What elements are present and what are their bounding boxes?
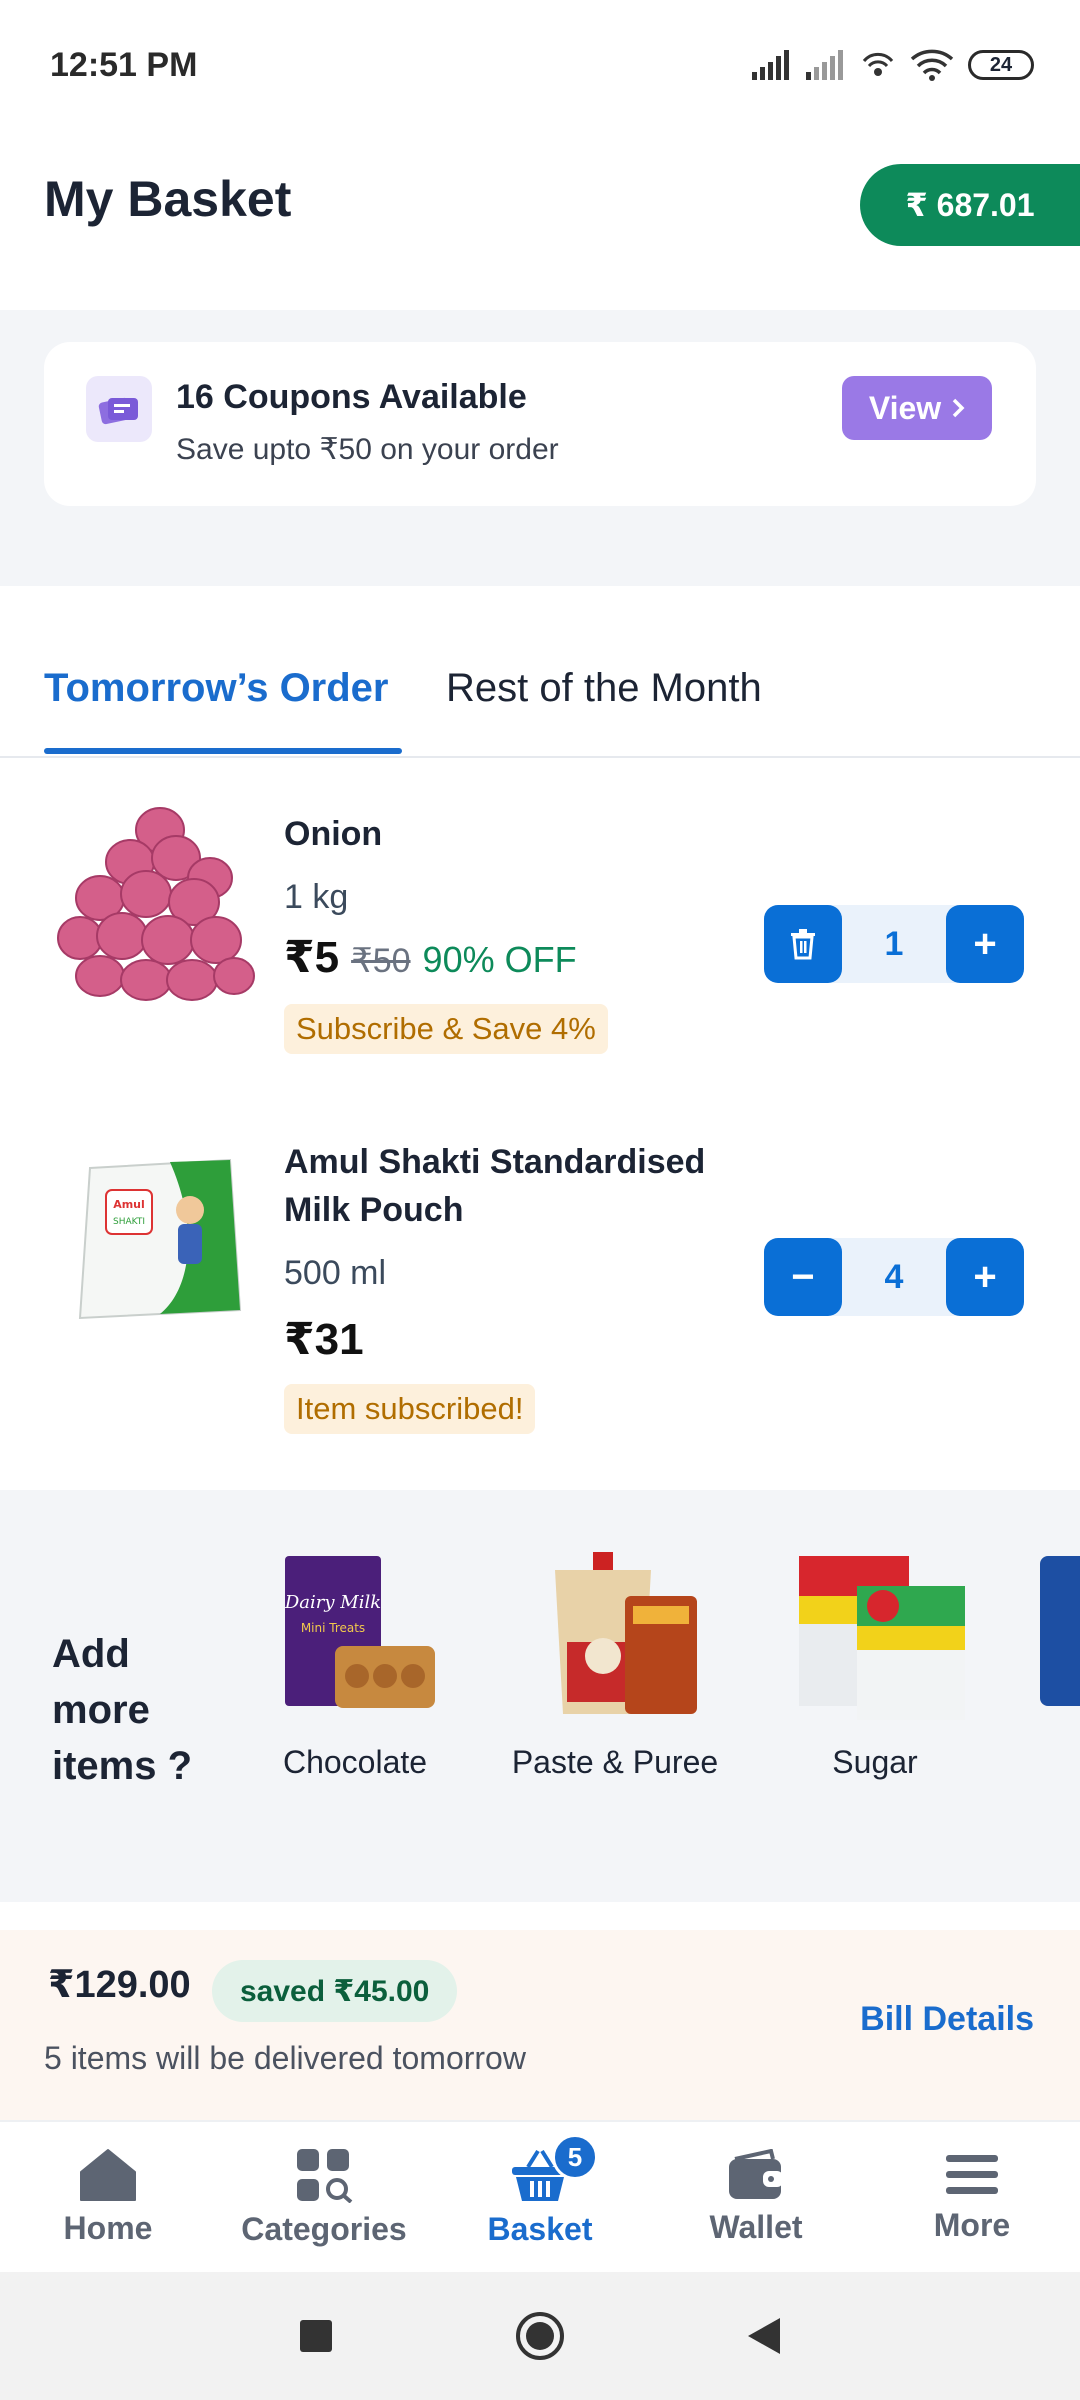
- header: My Basket ₹ 687.01: [0, 150, 1080, 260]
- category-partial[interactable]: [1040, 1546, 1080, 1706]
- battery-level: 24: [989, 53, 1013, 76]
- nav-basket[interactable]: Basket 5: [432, 2122, 648, 2272]
- nav-more[interactable]: More: [864, 2122, 1080, 2272]
- status-icons: 24: [752, 49, 1034, 81]
- svg-text:SHAKTI: SHAKTI: [113, 1217, 145, 1227]
- delivery-note: 5 items will be delivered tomorrow: [44, 2040, 526, 2076]
- increment-button[interactable]: +: [946, 905, 1024, 983]
- coupon-card[interactable]: 16 Coupons Available Save upto ₹50 on yo…: [44, 342, 1036, 506]
- quantity-value: 1: [884, 924, 904, 963]
- signal-icon: [752, 50, 789, 80]
- home-icon: [80, 2148, 136, 2201]
- nav-label: Basket: [487, 2210, 593, 2247]
- hotspot-icon: [862, 52, 894, 76]
- subscribe-save-tag[interactable]: Subscribe & Save 4%: [284, 1004, 608, 1054]
- coupon-subtitle: Save upto ₹50 on your order: [176, 433, 559, 466]
- svg-text:Dairy Milk: Dairy Milk: [284, 1592, 381, 1613]
- item-price: ₹31: [284, 1315, 364, 1364]
- quantity-value: 4: [884, 1257, 904, 1296]
- menu-icon: [946, 2154, 998, 2194]
- decrement-button[interactable]: −: [764, 1238, 842, 1316]
- svg-text:Amul: Amul: [113, 1198, 145, 1211]
- item-mrp: ₹50: [351, 942, 411, 980]
- order-total: ₹129.00: [48, 1964, 191, 2006]
- nav-categories[interactable]: Categories: [216, 2122, 432, 2272]
- price-row: ₹31: [284, 1314, 364, 1365]
- add-more-section: Add more items ? Dairy Milk Mini Treats …: [0, 1490, 1080, 1902]
- quantity-stepper: 1 +: [764, 905, 1024, 983]
- category-chocolate[interactable]: Dairy Milk Mini Treats Chocolate: [240, 1546, 470, 1781]
- item-name: Amul Shakti Standardised Milk Pouch: [284, 1143, 706, 1229]
- view-coupons-button[interactable]: View: [842, 376, 992, 440]
- status-bar: 12:51 PM 24: [0, 0, 1080, 130]
- sugar-image: [785, 1546, 967, 1726]
- minus-icon: −: [791, 1254, 815, 1299]
- milk-pouch-image: Amul SHAKTI: [50, 1150, 270, 1370]
- category-label: Chocolate: [282, 1744, 428, 1780]
- category-label: Sugar: [832, 1744, 918, 1780]
- nav-label: Wallet: [709, 2208, 803, 2245]
- coupon-title: 16 Coupons Available: [176, 378, 527, 416]
- increment-button[interactable]: +: [946, 1238, 1024, 1316]
- item-price: ₹5: [284, 933, 340, 982]
- wallet-balance-button[interactable]: ₹ 687.01: [860, 164, 1080, 246]
- nav-wallet[interactable]: Wallet: [648, 2122, 864, 2272]
- category-sugar[interactable]: Sugar: [760, 1546, 990, 1781]
- coupon-section: 16 Coupons Available Save upto ₹50 on yo…: [0, 310, 1080, 586]
- tab-rest-of-month[interactable]: Rest of the Month: [446, 666, 762, 711]
- item-name: Onion: [284, 815, 383, 853]
- partial-product-image: [1040, 1556, 1080, 1706]
- order-tabs: Tomorrow’s Order Rest of the Month: [0, 620, 1080, 758]
- saved-badge: saved ₹45.00: [212, 1960, 458, 2022]
- price-row: ₹5 ₹50 90% OFF: [284, 932, 577, 983]
- order-summary: ₹129.00 saved ₹45.00 5 items will be del…: [0, 1930, 1080, 2120]
- coupon-icon: [86, 376, 152, 442]
- item-subscribed-tag: Item subscribed!: [284, 1384, 536, 1434]
- nav-label: Home: [63, 2209, 153, 2246]
- battery-indicator: 24: [968, 50, 1034, 80]
- quantity-stepper: − 4 +: [764, 1238, 1024, 1316]
- add-more-title: Add more items ?: [52, 1632, 193, 1788]
- recent-apps-icon[interactable]: [298, 2318, 334, 2354]
- wallet-icon: [729, 2148, 783, 2199]
- onion-image: [50, 790, 270, 1010]
- nav-label: More: [933, 2206, 1011, 2243]
- item-discount: 90% OFF: [422, 939, 577, 980]
- home-circle-icon[interactable]: [514, 2310, 566, 2362]
- basket-count-badge: 5: [552, 2134, 598, 2180]
- nav-home[interactable]: Home: [0, 2122, 216, 2272]
- basket-item: Amul SHAKTI Amul Shakti Standardised Mil…: [0, 1130, 1080, 1450]
- basket-item: Onion 1 kg ₹5 ₹50 90% OFF Subscribe & Sa…: [0, 790, 1080, 1070]
- view-label: View: [868, 389, 942, 426]
- page-title: My Basket: [44, 171, 292, 227]
- paste-puree-image: [525, 1546, 705, 1726]
- plus-icon: +: [973, 1254, 997, 1299]
- svg-text:Mini Treats: Mini Treats: [301, 1621, 365, 1635]
- trash-icon: [791, 929, 815, 960]
- bill-details-link[interactable]: Bill Details: [860, 2000, 1034, 2039]
- chocolate-image: Dairy Milk Mini Treats: [265, 1546, 445, 1726]
- back-icon[interactable]: [746, 2316, 782, 2356]
- signal-weak-icon: [806, 50, 843, 80]
- bottom-navigation: Home Categories Basket 5 Wallet More: [0, 2120, 1080, 2270]
- category-label: Paste & Puree: [511, 1744, 719, 1780]
- category-paste-puree[interactable]: Paste & Puree: [500, 1546, 730, 1781]
- item-quantity: 1 kg: [284, 878, 349, 916]
- plus-icon: +: [973, 921, 997, 966]
- chevron-right-icon: [952, 398, 965, 418]
- active-tab-indicator: [44, 748, 402, 754]
- item-quantity: 500 ml: [284, 1254, 387, 1292]
- wifi-icon: [910, 49, 954, 81]
- nav-label: Categories: [241, 2210, 407, 2247]
- system-navigation-bar: [0, 2272, 1080, 2400]
- delete-button[interactable]: [764, 905, 842, 983]
- tab-tomorrows-order[interactable]: Tomorrow’s Order: [44, 666, 389, 711]
- status-time: 12:51 PM: [50, 45, 198, 84]
- categories-icon: [297, 2148, 353, 2203]
